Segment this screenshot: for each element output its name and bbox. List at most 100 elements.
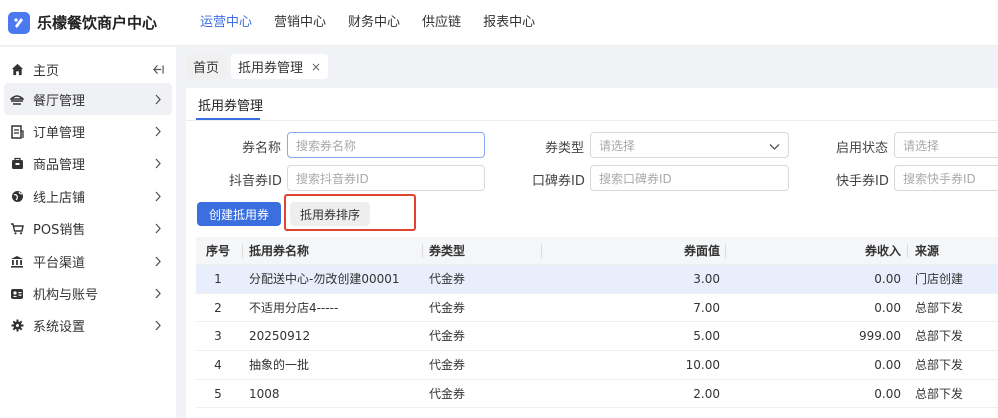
sidebar-item-platform[interactable]: 平台渠道 xyxy=(0,245,176,277)
pos-icon xyxy=(9,221,25,237)
sidebar-item-online-store[interactable]: 线上店铺 xyxy=(0,180,176,212)
sidebar-item-label: 平台渠道 xyxy=(33,255,86,271)
cell-face-value: 5.00 xyxy=(693,329,720,344)
globe-icon xyxy=(9,188,25,204)
table-row[interactable]: 1 分配送中心-勿改创建00001 代金券 3.00 0.00 门店创建 xyxy=(196,265,998,294)
coupon-name-input[interactable]: 搜索券名称 xyxy=(287,132,485,158)
table-row[interactable]: 4 抽象的一批 代金券 10.00 0.00 总部下发 xyxy=(196,351,998,380)
cell-type: 代金券 xyxy=(429,386,466,401)
table-row[interactable]: 5 1008 代金券 2.00 0.00 总部下发 xyxy=(196,380,998,409)
header-type: 券类型 xyxy=(429,244,466,258)
table-header: 序号 抵用券名称 券类型 券面值 券收入 来源 xyxy=(196,237,998,265)
table-row[interactable]: 2 不适用分店4----- 代金券 7.00 0.00 总部下发 xyxy=(196,294,998,323)
cell-income: 0.00 xyxy=(874,300,901,315)
divider xyxy=(186,120,998,121)
column-separator xyxy=(242,244,243,258)
tab-home[interactable]: 首页 xyxy=(186,54,227,79)
sidebar-item-goods[interactable]: 商品管理 xyxy=(0,148,176,180)
collapse-sidebar-icon[interactable] xyxy=(152,63,164,75)
cell-type: 代金券 xyxy=(429,358,466,373)
cell-face-value: 3.00 xyxy=(693,272,720,286)
coupon-name-label: 券名称 xyxy=(242,141,282,156)
goods-icon xyxy=(9,156,25,172)
top-nav-operations[interactable]: 运营中心 xyxy=(192,0,260,46)
top-nav-marketing[interactable]: 营销中心 xyxy=(266,0,334,46)
page-title: 抵用券管理 xyxy=(198,99,264,114)
cell-source: 总部下发 xyxy=(915,329,964,344)
cell-no: 3 xyxy=(214,329,222,344)
sidebar-item-label: 餐厅管理 xyxy=(33,93,86,109)
close-icon[interactable]: × xyxy=(311,60,321,74)
coupon-type-placeholder: 请选择 xyxy=(599,138,636,153)
cell-name: 分配送中心-勿改创建00001 xyxy=(249,272,400,286)
top-nav-finance[interactable]: 财务中心 xyxy=(340,0,408,46)
sidebar-item-label: 订单管理 xyxy=(33,126,86,142)
cell-no: 5 xyxy=(214,386,222,401)
cell-type: 代金券 xyxy=(429,272,466,286)
sidebar-item-restaurant[interactable]: 餐厅管理 xyxy=(4,83,172,116)
column-separator xyxy=(907,244,908,258)
brand-logo-icon xyxy=(8,11,30,34)
coupon-table: 序号 抵用券名称 券类型 券面值 券收入 来源 1 分配送中心-勿改创建0000… xyxy=(196,237,998,409)
header-no: 序号 xyxy=(205,244,230,258)
chevron-right-icon xyxy=(152,158,164,170)
top-nav-supply-chain[interactable]: 供应链 xyxy=(414,0,469,46)
chevron-right-icon xyxy=(152,255,164,267)
cell-source: 门店创建 xyxy=(915,272,964,286)
cell-no: 1 xyxy=(214,272,222,286)
sidebar-item-home[interactable]: 主页 xyxy=(0,55,176,83)
home-icon xyxy=(9,61,25,77)
chevron-right-icon xyxy=(152,126,164,138)
cell-type: 代金券 xyxy=(429,329,466,344)
coupon-type-select[interactable]: 请选择 xyxy=(590,132,789,158)
cell-no: 4 xyxy=(214,358,222,373)
column-separator xyxy=(422,244,423,258)
header-source: 来源 xyxy=(915,244,940,258)
order-icon xyxy=(9,124,25,140)
top-bar: 乐檬餐饮商户中心 运营中心 营销中心 财务中心 供应链 报表中心 xyxy=(0,0,998,46)
cell-income: 0.00 xyxy=(874,386,901,401)
cell-name: 20250912 xyxy=(249,329,311,344)
koubei-id-input[interactable]: 搜索口碑券ID xyxy=(590,165,789,191)
kuaishou-id-label: 快手券ID xyxy=(836,174,889,189)
sidebar: 主页 餐厅管理 订单管理 商品管理 线上店铺 POS销售 平台渠道 机构与账号 xyxy=(0,47,176,418)
chevron-right-icon xyxy=(152,223,164,235)
chevron-down-icon xyxy=(769,140,780,154)
chevron-right-icon xyxy=(152,288,164,300)
cell-income: 0.00 xyxy=(874,358,901,373)
sidebar-item-label: 机构与账号 xyxy=(33,288,99,304)
sidebar-item-pos[interactable]: POS销售 xyxy=(0,213,176,245)
sidebar-item-org-account[interactable]: 机构与账号 xyxy=(0,277,176,309)
kuaishou-id-input[interactable]: 搜索快手券ID xyxy=(894,165,998,191)
table-row[interactable]: 3 20250912 代金券 5.00 999.00 总部下发 xyxy=(196,322,998,352)
main-panel: 抵用券管理 券名称 搜索券名称 券类型 请选择 启用状态 请选择 抖音券ID 搜… xyxy=(186,88,998,418)
douyin-id-input[interactable]: 搜索抖音券ID xyxy=(287,165,485,191)
cell-income: 0.00 xyxy=(874,272,901,286)
sidebar-item-label: 系统设置 xyxy=(33,320,86,336)
cell-source: 总部下发 xyxy=(915,300,964,315)
koubei-id-label: 口碑券ID xyxy=(532,174,585,189)
gear-icon xyxy=(9,318,25,334)
restaurant-icon xyxy=(9,91,25,107)
cell-name: 不适用分店4----- xyxy=(249,300,339,315)
header-income: 券收入 xyxy=(864,244,901,258)
cell-income: 999.00 xyxy=(859,329,901,344)
sidebar-item-label: POS销售 xyxy=(33,223,86,239)
enable-status-label: 启用状态 xyxy=(836,141,889,156)
tab-coupon-management[interactable]: 抵用券管理 × xyxy=(231,54,329,79)
enable-status-placeholder: 请选择 xyxy=(903,138,940,153)
highlight-box xyxy=(284,194,416,231)
chevron-right-icon xyxy=(152,190,164,202)
top-nav-reports[interactable]: 报表中心 xyxy=(475,0,543,46)
sidebar-item-settings[interactable]: 系统设置 xyxy=(0,310,176,342)
cell-name: 抽象的一批 xyxy=(249,358,310,373)
header-name: 抵用券名称 xyxy=(249,244,310,258)
brand[interactable]: 乐檬餐饮商户中心 xyxy=(0,11,186,34)
sidebar-item-label: 商品管理 xyxy=(33,158,86,174)
enable-status-select[interactable]: 请选择 xyxy=(894,132,998,158)
cell-source: 总部下发 xyxy=(915,386,964,401)
cell-face-value: 2.00 xyxy=(693,386,720,401)
sidebar-item-orders[interactable]: 订单管理 xyxy=(0,115,176,147)
chevron-right-icon xyxy=(152,320,164,332)
create-coupon-button[interactable]: 创建抵用券 xyxy=(197,202,281,226)
